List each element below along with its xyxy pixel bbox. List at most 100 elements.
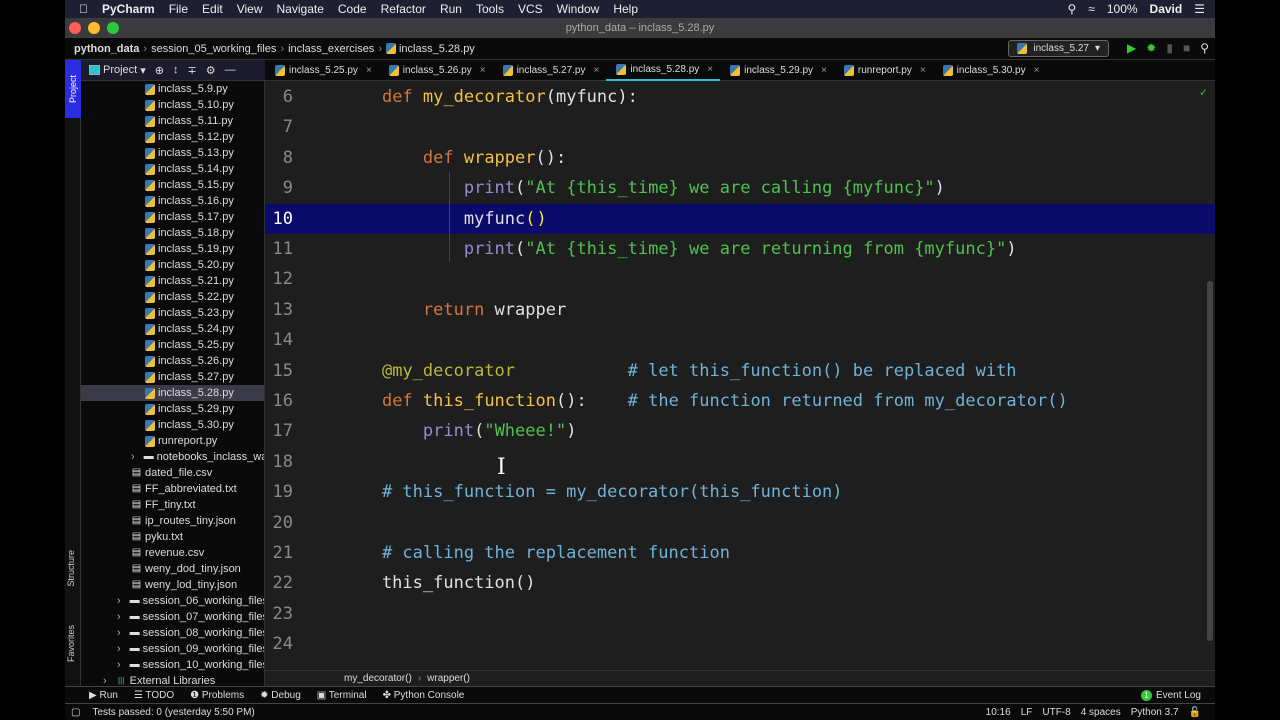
menu-run[interactable]: Run [440, 2, 462, 16]
chevron-right-icon[interactable]: › [117, 611, 121, 623]
nav-crumb[interactable]: session_05_working_files [151, 43, 276, 55]
search-icon[interactable]: ⚲ [1067, 2, 1076, 16]
battery-label[interactable]: 100% [1107, 2, 1138, 16]
tree-item[interactable]: inclass_5.12.py [81, 129, 264, 145]
code-line[interactable]: 18 [265, 447, 1215, 477]
stop-icon[interactable]: ■ [1183, 41, 1190, 55]
tool-todo[interactable]: ☰ TODO [134, 690, 174, 701]
tree-item[interactable]: ▤ FF_abbreviated.txt [81, 481, 264, 497]
file-encoding[interactable]: UTF-8 [1042, 707, 1070, 718]
code-line[interactable]: 8 def wrapper (): [265, 143, 1215, 173]
breadcrumb-wrapper[interactable]: wrapper() [427, 673, 470, 684]
tree-item[interactable]: inclass_5.11.py [81, 113, 264, 129]
tree-item[interactable]: inclass_5.26.py [81, 353, 264, 369]
chevron-right-icon[interactable]: › [117, 627, 121, 639]
menu-window[interactable]: Window [557, 2, 600, 16]
code-line[interactable]: 7 [265, 112, 1215, 142]
tree-item[interactable]: inclass_5.23.py [81, 305, 264, 321]
code-line[interactable]: 10 myfunc() [265, 203, 1215, 234]
tool-run[interactable]: ▶ Run [89, 690, 118, 701]
close-icon[interactable]: × [480, 65, 486, 76]
user-menu[interactable]: David [1150, 2, 1183, 16]
tab-runreport-py[interactable]: runreport.py × [834, 60, 933, 81]
search-everywhere-icon[interactable]: ⚲ [1200, 41, 1209, 55]
code-line[interactable]: 19 # this_function = my_decorator(this_f… [265, 477, 1215, 507]
app-menu[interactable]: PyCharm [102, 2, 155, 16]
menu-navigate[interactable]: Navigate [277, 2, 324, 16]
run-icon[interactable]: ▶ [1127, 41, 1136, 55]
menu-view[interactable]: View [237, 2, 263, 16]
tool-terminal[interactable]: ▣ Terminal [317, 690, 367, 701]
tree-item[interactable]: inclass_5.10.py [81, 97, 264, 113]
expand-all-icon[interactable]: ↕ [173, 64, 179, 76]
tree-item[interactable]: › ▬ session_07_working_files [81, 609, 264, 625]
lock-icon[interactable]: 🔓 [1189, 707, 1201, 718]
code-line[interactable]: 14 [265, 325, 1215, 355]
tree-item[interactable]: inclass_5.18.py [81, 225, 264, 241]
tree-item[interactable]: inclass_5.24.py [81, 321, 264, 337]
tree-item[interactable]: ▤ dated_file.csv [81, 465, 264, 481]
close-icon[interactable]: × [1034, 65, 1040, 76]
tree-item[interactable]: inclass_5.22.py [81, 289, 264, 305]
structure-tool-button[interactable]: Structure [66, 550, 76, 587]
breadcrumb-my-decorator[interactable]: my_decorator() [344, 673, 412, 684]
tree-item[interactable]: ▤ ip_routes_tiny.json [81, 513, 264, 529]
tree-item[interactable]: ▤ weny_lod_tiny.json [81, 577, 264, 593]
tree-item[interactable]: inclass_5.16.py [81, 193, 264, 209]
chevron-right-icon[interactable]: › [117, 643, 121, 655]
run-config-dropdown[interactable]: inclass_5.27 ▾ [1008, 40, 1109, 57]
tree-item[interactable]: ▤ revenue.csv [81, 545, 264, 561]
tab-inclass_5-30-py[interactable]: inclass_5.30.py × [933, 60, 1047, 81]
tree-item[interactable]: › ▬notebooks_inclass_warm [81, 449, 264, 465]
menu-help[interactable]: Help [613, 2, 638, 16]
editor-scrollbar[interactable] [1207, 281, 1213, 641]
tree-item[interactable]: runreport.py [81, 433, 264, 449]
tab-inclass_5-27-py[interactable]: inclass_5.27.py × [493, 60, 607, 81]
close-icon[interactable]: × [594, 65, 600, 76]
code-line[interactable]: 20 [265, 508, 1215, 538]
collapse-all-icon[interactable]: ∓ [188, 64, 197, 77]
code-line[interactable]: 17 print("Wheee!") [265, 416, 1215, 446]
inspection-ok-icon[interactable]: ✓ [1200, 85, 1207, 99]
tree-item[interactable]: › ▬ session_06_working_files [81, 593, 264, 609]
tab-inclass_5-26-py[interactable]: inclass_5.26.py × [379, 60, 493, 81]
apple-icon[interactable]:  [79, 2, 88, 16]
close-icon[interactable]: × [821, 65, 827, 76]
locate-icon[interactable]: ⊕ [155, 64, 164, 77]
close-icon[interactable]: × [366, 65, 372, 76]
tree-item[interactable]: inclass_5.29.py [81, 401, 264, 417]
python-interpreter[interactable]: Python 3.7 [1131, 707, 1179, 718]
code-line[interactable]: 24 [265, 629, 1215, 659]
tree-item[interactable]: › ▬ session_10_working_files [81, 657, 264, 673]
tree-item[interactable]: inclass_5.30.py [81, 417, 264, 433]
tree-item[interactable]: inclass_5.28.py [81, 385, 264, 401]
tree-item[interactable]: › ▬ session_09_working_files [81, 641, 264, 657]
status-message[interactable]: Tests passed: 0 (yesterday 5:50 PM) [92, 707, 254, 718]
tree-item[interactable]: inclass_5.20.py [81, 257, 264, 273]
code-line[interactable]: 11 print("At {this_time} we are returnin… [265, 234, 1215, 264]
hide-icon[interactable]: — [225, 64, 236, 76]
code-line[interactable]: 13 return wrapper [265, 295, 1215, 325]
menu-tools[interactable]: Tools [476, 2, 504, 16]
tree-item[interactable]: inclass_5.19.py [81, 241, 264, 257]
project-tool-button[interactable]: Project [65, 60, 81, 118]
code-line[interactable]: 21 # calling the replacement function [265, 538, 1215, 568]
code-line[interactable]: 9 print("At {this_time} we are calling {… [265, 173, 1215, 203]
code-line[interactable]: 16 def this_function (): # the function r… [265, 386, 1215, 416]
project-view-dropdown[interactable]: Project ▾ [89, 64, 146, 77]
chevron-right-icon[interactable]: › [117, 595, 121, 607]
tool-problems[interactable]: ❶ Problems [190, 690, 244, 701]
tree-item[interactable]: inclass_5.15.py [81, 177, 264, 193]
nav-crumb[interactable]: inclass_5.28.py [399, 43, 475, 55]
code-line[interactable]: 12 [265, 264, 1215, 294]
caret-position[interactable]: 10:16 [986, 707, 1011, 718]
code-line[interactable]: 22 this_function() [265, 568, 1215, 598]
menu-file[interactable]: File [169, 2, 188, 16]
close-icon[interactable]: × [707, 64, 713, 75]
tree-item[interactable]: inclass_5.14.py [81, 161, 264, 177]
nav-crumb[interactable]: python_data [74, 43, 139, 55]
tree-item[interactable]: inclass_5.25.py [81, 337, 264, 353]
tool-python-console[interactable]: ✤ Python Console [383, 690, 465, 701]
tab-inclass_5-25-py[interactable]: inclass_5.25.py × [265, 60, 379, 81]
close-icon[interactable]: × [920, 65, 926, 76]
